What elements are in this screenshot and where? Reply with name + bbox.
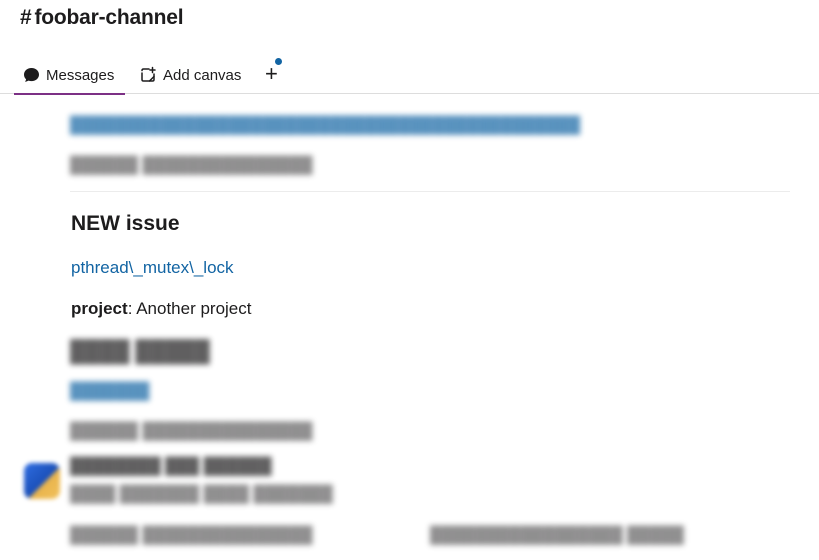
blurred-project-line-2: ██████ ███████████████	[70, 423, 313, 440]
blurred-issue-title: ████ █████	[70, 340, 210, 363]
tab-add-canvas[interactable]: Add canvas	[129, 56, 251, 94]
canvas-add-icon	[141, 66, 156, 82]
plus-icon: +	[264, 61, 278, 86]
issue-project-line: project: Another project	[71, 299, 252, 319]
tab-add-canvas-label: Add canvas	[163, 66, 242, 84]
avatar[interactable]	[24, 463, 60, 499]
slack-channel-view: # foobar-channel Messages Add canvas + █…	[0, 0, 819, 560]
issue-title: NEW issue	[71, 212, 180, 235]
project-key: project	[71, 299, 128, 318]
blurred-sender-line: ████████ ███ ██████	[70, 458, 272, 475]
channel-title[interactable]: # foobar-channel	[20, 6, 184, 30]
add-tab-button[interactable]: +	[257, 56, 285, 94]
channel-header: # foobar-channel Messages Add canvas +	[0, 0, 819, 95]
tab-messages[interactable]: Messages	[14, 56, 125, 95]
blurred-project-line-3: ██████ ███████████████	[70, 527, 313, 544]
blurred-field-line: █████████████████ █████	[430, 527, 684, 544]
blurred-issue-link: ███████	[70, 383, 150, 400]
message-list: ████████████████████████████████████████…	[0, 95, 819, 560]
issue-link[interactable]: pthread\_mutex\_lock	[71, 258, 234, 278]
notification-dot	[275, 58, 283, 65]
project-value: : Another project	[127, 299, 252, 318]
channel-hash: #	[20, 6, 32, 29]
blurred-project-line: ██████ ███████████████	[70, 157, 313, 174]
tab-messages-label: Messages	[46, 66, 115, 84]
message-divider	[70, 191, 790, 192]
channel-name: foobar-channel	[34, 6, 184, 29]
channel-tabs: Messages Add canvas +	[14, 56, 285, 95]
chat-bubble-icon	[24, 68, 39, 82]
blurred-link: ████████████████████████████████████████…	[70, 117, 581, 134]
blurred-message-text: ████ ███████ ████ ███████	[70, 486, 333, 503]
